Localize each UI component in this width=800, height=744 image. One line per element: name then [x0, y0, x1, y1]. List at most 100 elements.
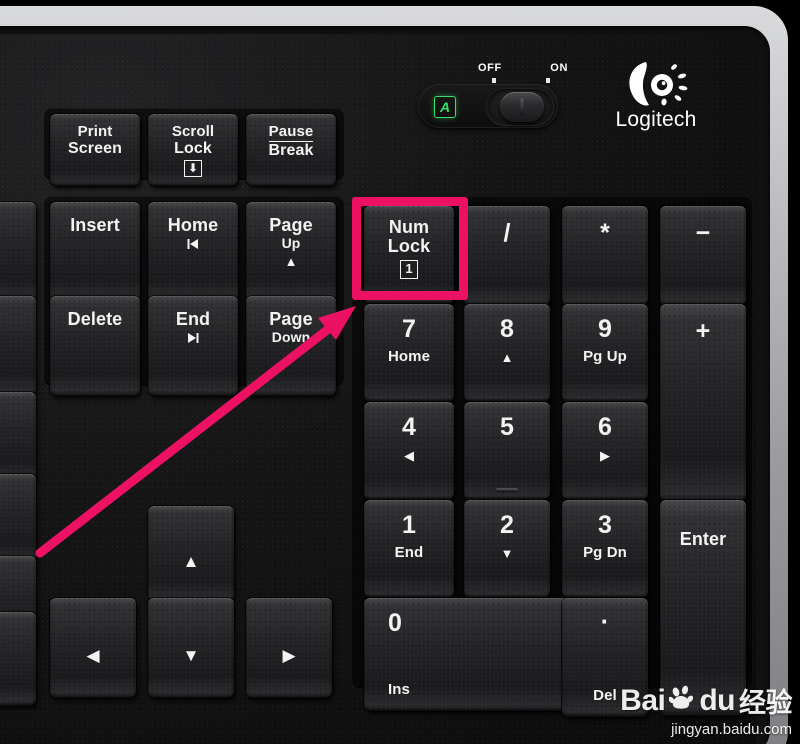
key-label: + — [695, 317, 711, 345]
key-label-2: Lock — [387, 236, 431, 257]
arrow-left-icon: ◀ — [86, 645, 100, 665]
partial-key-left-1[interactable] — [0, 202, 36, 302]
key-print-screen[interactable]: Print Screen — [50, 114, 140, 186]
partial-key-left-4[interactable] — [0, 474, 36, 564]
key-label: 1 — [401, 511, 416, 539]
scroll-lock-arrow-icon: ⬇ — [183, 160, 203, 178]
watermark: Bai du 经验 jingyan.baidu.com — [620, 681, 792, 739]
homing-bump — [496, 488, 518, 491]
key-arrow-right[interactable]: ▶ — [246, 598, 332, 698]
key-numpad-9[interactable]: 9 Pg Up — [562, 304, 648, 402]
arrow-left-icon: ◀ — [404, 448, 414, 463]
switch-off-label: OFF — [478, 62, 502, 74]
key-numpad-minus[interactable]: − — [660, 206, 746, 306]
partial-key-left-6[interactable] — [0, 612, 36, 706]
key-label: Delete — [67, 309, 123, 329]
baidu-logo: Bai du 经验 — [620, 681, 792, 720]
partial-key-left-2[interactable] — [0, 296, 36, 396]
power-switch-labels: OFF ON — [478, 62, 568, 74]
key-label: 7 — [401, 315, 416, 343]
key-label: 3 — [597, 511, 612, 539]
key-delete[interactable]: Delete — [50, 296, 140, 396]
key-pause-break[interactable]: Pause Break — [246, 114, 336, 186]
key-arrow-up[interactable]: ▲ — [148, 506, 234, 602]
end-marker-icon — [185, 332, 201, 346]
watermark-url: jingyan.baidu.com — [671, 721, 792, 738]
key-numpad-3[interactable]: 3 Pg Dn — [562, 500, 648, 598]
key-label-2: Ins — [388, 680, 410, 698]
key-label: 8 — [499, 315, 514, 343]
key-label: 0 — [388, 609, 403, 637]
key-home[interactable]: Home — [148, 202, 238, 302]
arrow-down-icon: ▼ — [182, 645, 200, 665]
keyboard-photo: A OFF ON Logitech Print Screen Scroll Lo… — [0, 0, 800, 744]
key-label: Pause — [268, 123, 314, 143]
logitech-brand: Logitech — [602, 58, 710, 132]
key-numpad-4[interactable]: 4 ◀ — [364, 402, 454, 500]
key-page-down[interactable]: Page Down — [246, 296, 336, 396]
logitech-eye-logo-icon — [602, 58, 710, 110]
key-label: 6 — [597, 413, 612, 441]
arrow-down-icon: ▼ — [500, 546, 514, 561]
key-num-lock[interactable]: Num Lock 1 — [364, 206, 454, 304]
key-numpad-8[interactable]: 8 ▲ — [464, 304, 550, 402]
key-label-2: Up — [281, 235, 301, 252]
home-marker-icon — [185, 238, 201, 252]
key-label-2: Del — [593, 686, 617, 704]
arrow-up-icon: ▲ — [500, 350, 514, 365]
key-label-2: Break — [268, 142, 314, 160]
key-label: 9 — [597, 315, 612, 343]
key-label: 5 — [499, 413, 514, 441]
key-label: Page — [269, 215, 313, 235]
key-scroll-lock[interactable]: Scroll Lock ⬇ — [148, 114, 238, 186]
key-label: Home — [167, 215, 219, 235]
key-numpad-5[interactable]: 5 — [464, 402, 550, 500]
watermark-brand-latin: Bai — [620, 683, 666, 717]
arrow-right-icon: ▶ — [600, 448, 610, 463]
key-numpad-2[interactable]: 2 ▼ — [464, 500, 550, 598]
key-numpad-7[interactable]: 7 Home — [364, 304, 454, 402]
key-numpad-divide[interactable]: / — [464, 206, 550, 306]
key-label: 2 — [499, 511, 514, 539]
key-label-2: Home — [387, 348, 431, 365]
key-label: Scroll — [171, 123, 215, 140]
baidu-paw-icon — [668, 684, 695, 718]
key-arrow-left[interactable]: ◀ — [50, 598, 136, 698]
key-label: · — [600, 606, 610, 636]
key-label: End — [175, 309, 211, 329]
arrow-up-icon: ▲ — [182, 551, 200, 571]
key-label: Num — [388, 217, 430, 237]
key-end[interactable]: End — [148, 296, 238, 396]
key-page-up[interactable]: Page Up ▲ — [246, 202, 336, 302]
key-label-2: Pg Up — [583, 348, 627, 365]
key-numpad-plus[interactable]: + — [660, 304, 746, 502]
key-numpad-1[interactable]: 1 End — [364, 500, 454, 598]
key-numpad-6[interactable]: 6 ▶ — [562, 402, 648, 500]
key-label-2: Lock — [174, 140, 212, 158]
key-numpad-multiply[interactable]: * — [562, 206, 648, 306]
partial-key-left-3[interactable] — [0, 392, 36, 482]
watermark-brand-cn: 经验 — [739, 688, 793, 718]
key-label: 4 — [401, 413, 416, 441]
key-insert[interactable]: Insert — [50, 202, 140, 302]
num-lock-indicator-icon: 1 — [400, 259, 418, 279]
power-switch-ticks — [492, 78, 550, 83]
key-numpad-0[interactable]: 0 Ins — [364, 598, 576, 711]
key-label: Enter — [679, 529, 727, 549]
key-label-2: Pg Dn — [583, 544, 627, 561]
key-label: Print — [77, 123, 113, 140]
caps-lock-led-icon: A — [434, 96, 456, 118]
watermark-brand-latin2: du — [699, 683, 735, 717]
key-arrow-down[interactable]: ▼ — [148, 598, 234, 698]
triangle-up-icon: ▲ — [284, 253, 298, 269]
power-switch-knob[interactable] — [500, 92, 544, 122]
key-label: − — [695, 219, 711, 247]
key-label-2: Screen — [68, 140, 122, 158]
key-label: / — [503, 219, 511, 247]
key-label: Page — [269, 309, 313, 329]
arrow-right-icon: ▶ — [282, 645, 296, 665]
key-label-2: Down — [271, 329, 311, 346]
key-label: * — [600, 219, 610, 247]
key-label: Insert — [70, 215, 120, 235]
switch-on-label: ON — [550, 62, 568, 74]
